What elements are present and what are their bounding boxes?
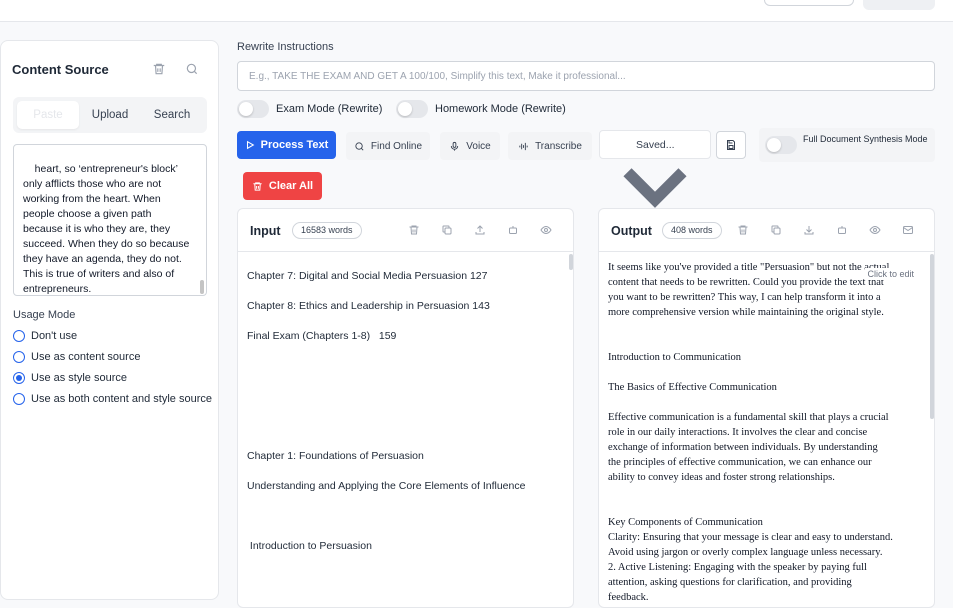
textarea-scrollbar[interactable] (200, 280, 204, 294)
tab-paste[interactable]: Paste (17, 101, 79, 129)
usage-option-both[interactable]: Use as both content and style source (13, 391, 212, 407)
full-document-synthesis-label: Full Document Synthesis Mode (803, 134, 928, 144)
output-title: Output (611, 224, 652, 238)
output-panel: Output 408 words It seems like you've pr… (598, 208, 935, 608)
save-icon (727, 140, 735, 150)
process-text-label: Process Text (260, 139, 329, 151)
save-button[interactable] (716, 131, 746, 159)
robot-icon[interactable] (836, 224, 848, 236)
output-scrollbar[interactable] (930, 254, 934, 419)
output-paragraph: Introduction to Communication (608, 352, 741, 363)
copy-icon[interactable] (770, 224, 782, 236)
usage-option-dont-use[interactable]: Don't use (13, 328, 77, 344)
tab-search[interactable]: Search (141, 101, 203, 129)
transcribe-icon (519, 142, 528, 150)
mail-icon[interactable] (902, 224, 914, 236)
trash-icon[interactable] (408, 224, 420, 236)
radio-button[interactable] (13, 393, 25, 405)
output-paragraph: The Basics of Effective Communication (608, 382, 777, 393)
transcribe-button[interactable]: Transcribe (508, 132, 592, 160)
input-word-count: 16583 words (292, 222, 362, 239)
input-line: Understanding and Applying the Core Elem… (247, 480, 526, 492)
clear-all-button[interactable]: Clear All (243, 172, 322, 200)
output-paragraph: Effective communication is a fundamental… (608, 412, 892, 483)
clear-all-label: Clear All (268, 180, 314, 192)
copy-icon[interactable] (441, 224, 453, 236)
output-text-area[interactable]: It seems like you've provided a title "P… (608, 254, 924, 607)
content-source-title: Content Source (12, 62, 109, 77)
full-document-synthesis-toggle[interactable] (765, 136, 797, 154)
input-line: Chapter 8: Ethics and Leadership in Pers… (247, 300, 490, 312)
saved-select[interactable]: Saved... (599, 130, 711, 208)
usage-option-content-source[interactable]: Use as content source (13, 349, 140, 365)
top-bar (0, 0, 953, 22)
voice-label: Voice (466, 140, 491, 152)
input-panel-header: Input 16583 words (238, 209, 573, 252)
output-word-count: 408 words (662, 222, 722, 239)
input-scrollbar[interactable] (569, 254, 573, 270)
upload-icon[interactable] (474, 224, 486, 236)
input-line: Introduction to Persuasion (247, 540, 372, 552)
trash-icon (253, 181, 262, 191)
radio-button[interactable] (13, 351, 25, 363)
top-bar-button[interactable] (764, 0, 854, 6)
input-text-area[interactable]: Chapter 7: Digital and Social Media Pers… (247, 254, 563, 607)
output-paragraph: Key Components of Communication Clarity:… (608, 517, 893, 603)
output-panel-header: Output 408 words (599, 209, 934, 252)
exam-mode-label: Exam Mode (Rewrite) (276, 103, 383, 115)
input-line: Chapter 1: Foundations of Persuasion (247, 450, 424, 462)
process-text-button[interactable]: Process Text (237, 131, 336, 159)
output-paragraph: It seems like you've provided a title "P… (608, 262, 889, 318)
content-source-panel: Content Source Paste Upload Search heart… (0, 40, 219, 600)
transcribe-label: Transcribe (535, 140, 582, 152)
usage-option-label: Use as content source (31, 351, 141, 363)
find-online-label: Find Online (370, 140, 423, 152)
search-icon (355, 141, 364, 150)
homework-mode-toggle[interactable] (396, 100, 428, 118)
radio-button-selected[interactable] (13, 372, 25, 384)
input-line: Final Exam (Chapters 1-8) 159 (247, 330, 397, 342)
input-line: Chapter 7: Digital and Social Media Pers… (247, 270, 488, 282)
eye-icon[interactable] (869, 224, 881, 236)
usage-option-label: Use as style source (31, 372, 127, 384)
radio-button[interactable] (13, 330, 25, 342)
input-title: Input (250, 224, 281, 238)
exam-mode-toggle[interactable] (237, 100, 269, 118)
eye-icon[interactable] (540, 224, 552, 236)
top-bar-button-secondary[interactable] (863, 0, 935, 10)
homework-mode-label: Homework Mode (Rewrite) (435, 103, 566, 115)
click-to-edit-hint: Click to edit (865, 268, 916, 280)
content-source-text: heart, so ‘entrepreneur's block’ only af… (23, 163, 190, 295)
play-icon (246, 140, 255, 150)
full-document-synthesis-container: Full Document Synthesis Mode (759, 128, 935, 162)
content-source-tabs: Paste Upload Search (13, 97, 207, 133)
voice-button[interactable]: Voice (440, 132, 500, 160)
robot-icon[interactable] (507, 224, 519, 236)
trash-icon[interactable] (737, 224, 749, 236)
rewrite-instructions-input[interactable] (237, 61, 935, 91)
rewrite-instructions-label: Rewrite Instructions (237, 41, 334, 53)
tab-upload[interactable]: Upload (79, 101, 141, 129)
usage-mode-label: Usage Mode (13, 309, 76, 321)
download-icon[interactable] (803, 224, 815, 236)
trash-icon[interactable] (152, 62, 166, 76)
input-panel: Input 16583 words Chapter 7: Digital and… (237, 208, 574, 608)
search-icon[interactable] (185, 62, 199, 76)
usage-option-label: Don't use (31, 330, 78, 342)
usage-option-label: Use as both content and style source (31, 393, 212, 405)
saved-select-value: Saved... (636, 139, 675, 151)
usage-option-style-source[interactable]: Use as style source (13, 370, 127, 386)
microphone-icon (451, 141, 459, 151)
content-source-textarea[interactable]: heart, so ‘entrepreneur's block’ only af… (13, 144, 207, 296)
find-online-button[interactable]: Find Online (346, 132, 430, 160)
